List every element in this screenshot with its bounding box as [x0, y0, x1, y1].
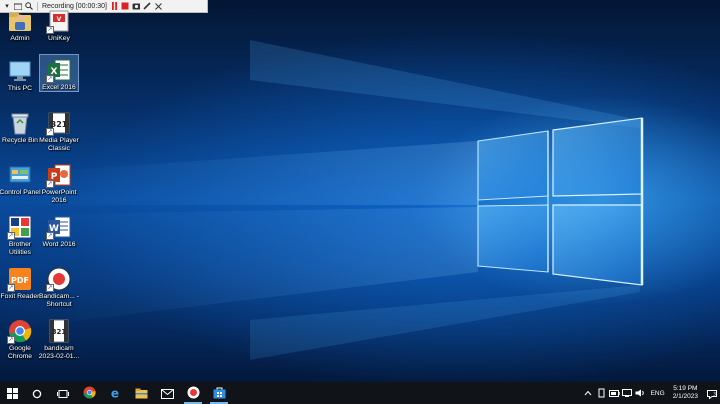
desktop-icon-recycle-bin[interactable]: Recycle Bin [0, 108, 40, 145]
close-icon[interactable] [154, 2, 162, 10]
powerpoint-icon: P ↗ [46, 162, 72, 188]
control-panel-icon [7, 162, 33, 188]
search-button[interactable] [24, 382, 50, 404]
computer-icon [7, 58, 33, 84]
desktop-icon-this-pc[interactable]: This PC [0, 56, 40, 93]
notification-icon: 3 [707, 384, 717, 403]
clock-time: 5:19 PM [673, 385, 698, 392]
taskbar-edge-button[interactable]: e [102, 382, 128, 404]
taskbar-chrome-button[interactable] [76, 382, 102, 404]
task-view-button[interactable] [50, 382, 76, 404]
shortcut-arrow-icon: ↗ [7, 336, 15, 344]
shortcut-arrow-icon: ↗ [46, 75, 54, 83]
start-icon [6, 384, 18, 403]
desktop-icon-label: Excel 2016 [42, 84, 76, 91]
desktop-icon-label: Media Player Classic [39, 137, 79, 152]
video-file-icon: 321 [46, 318, 72, 344]
desktop-icon-foxit-reader[interactable]: PDF ↗ Foxit Reader [0, 264, 40, 301]
mail-icon [160, 384, 174, 403]
clock[interactable]: 5:19 PM 2/1/2023 [673, 385, 698, 401]
taskbar-file-explorer-button[interactable] [128, 382, 154, 404]
desktop-icon-label: Word 2016 [42, 241, 76, 248]
svg-text:e: e [111, 387, 119, 399]
shortcut-arrow-icon: ↗ [46, 284, 54, 292]
brother-icon: ↗ [7, 214, 33, 240]
battery-icon[interactable] [608, 382, 621, 404]
windows-logo-wallpaper [0, 40, 644, 360]
taskbar-store-button[interactable] [206, 382, 232, 404]
language-indicator[interactable]: ENG [651, 390, 665, 397]
desktop-icon-word-2016[interactable]: W ↗ Word 2016 [39, 212, 79, 249]
svg-text:3: 3 [713, 391, 716, 396]
clock-date: 2/1/2023 [672, 393, 698, 400]
taskbar-bandicam-button[interactable] [180, 382, 206, 404]
user-folder-icon [7, 8, 33, 34]
desktop-icon-label: bandicam 2023-02-01... [38, 345, 80, 360]
svg-text:V: V [57, 16, 62, 23]
svg-text:321: 321 [52, 328, 67, 336]
bandicam-icon [187, 384, 200, 403]
desktop-wallpaper [0, 0, 720, 382]
desktop-icon-bandicam-shortcut[interactable]: ↗ Bandicam... - Shortcut [39, 264, 79, 309]
desktop-icon-powerpoint-2016[interactable]: P ↗ PowerPoint 2016 [39, 160, 79, 205]
desktop-icon-google-chrome[interactable]: ↗ Google Chrome [0, 316, 40, 361]
desktop-icon-admin[interactable]: Admin [0, 6, 40, 43]
camera-icon[interactable] [132, 2, 140, 10]
pause-icon[interactable] [110, 2, 118, 10]
bandicam-icon: ↗ [46, 266, 72, 292]
pdf-icon: PDF ↗ [7, 266, 33, 292]
file-explorer-icon [135, 384, 148, 403]
chrome-icon [83, 384, 96, 403]
excel-icon: X ↗ [46, 57, 72, 83]
usb-device-icon[interactable] [595, 382, 608, 404]
desktop-icon-bandicam-video[interactable]: 321 bandicam 2023-02-01... [39, 316, 79, 361]
shortcut-arrow-icon: ↗ [46, 180, 54, 188]
shortcut-arrow-icon: ↗ [7, 284, 15, 292]
desktop-icon-media-player-classic[interactable]: 321 ↗ Media Player Classic [39, 108, 79, 153]
word-icon: W ↗ [46, 214, 72, 240]
unikey-icon: V ↗ [46, 8, 72, 34]
recycle-bin-icon [7, 110, 33, 136]
shortcut-arrow-icon: ↗ [46, 26, 54, 34]
desktop-icon-label: UniKey [48, 35, 70, 42]
chevron-up-icon[interactable] [582, 382, 595, 404]
pencil-icon[interactable] [143, 2, 151, 10]
taskbar: e ENG 5:19 PM 2/1/2023 3 [0, 382, 720, 404]
desktop-icon-excel-2016[interactable]: X ↗ Excel 2016 [39, 54, 79, 92]
task-view-icon [57, 384, 69, 403]
desktop-icon-brother-utilities[interactable]: ↗ Brother Utilities [0, 212, 40, 257]
store-icon [213, 384, 226, 403]
chrome-icon: ↗ [7, 318, 33, 344]
shortcut-arrow-icon: ↗ [7, 232, 15, 240]
desktop-icon-label: Bandicam... - Shortcut [38, 293, 80, 308]
media-player-icon: 321 ↗ [46, 110, 72, 136]
desktop-icon-label: PowerPoint 2016 [41, 189, 77, 204]
taskbar-mail-button[interactable] [154, 382, 180, 404]
system-tray: ENG 5:19 PM 2/1/2023 3 [582, 382, 720, 404]
network-icon[interactable] [621, 382, 634, 404]
search-icon [32, 384, 42, 403]
action-center-button[interactable]: 3 [704, 382, 720, 404]
desktop-icon-control-panel[interactable]: Control Panel [0, 160, 41, 197]
start-button[interactable] [0, 382, 24, 404]
volume-icon[interactable] [634, 382, 647, 404]
edge-icon: e [109, 384, 121, 403]
stop-icon[interactable] [121, 2, 129, 10]
shortcut-arrow-icon: ↗ [46, 232, 54, 240]
shortcut-arrow-icon: ↗ [46, 128, 54, 136]
desktop-icon-unikey[interactable]: V ↗ UniKey [39, 6, 79, 43]
